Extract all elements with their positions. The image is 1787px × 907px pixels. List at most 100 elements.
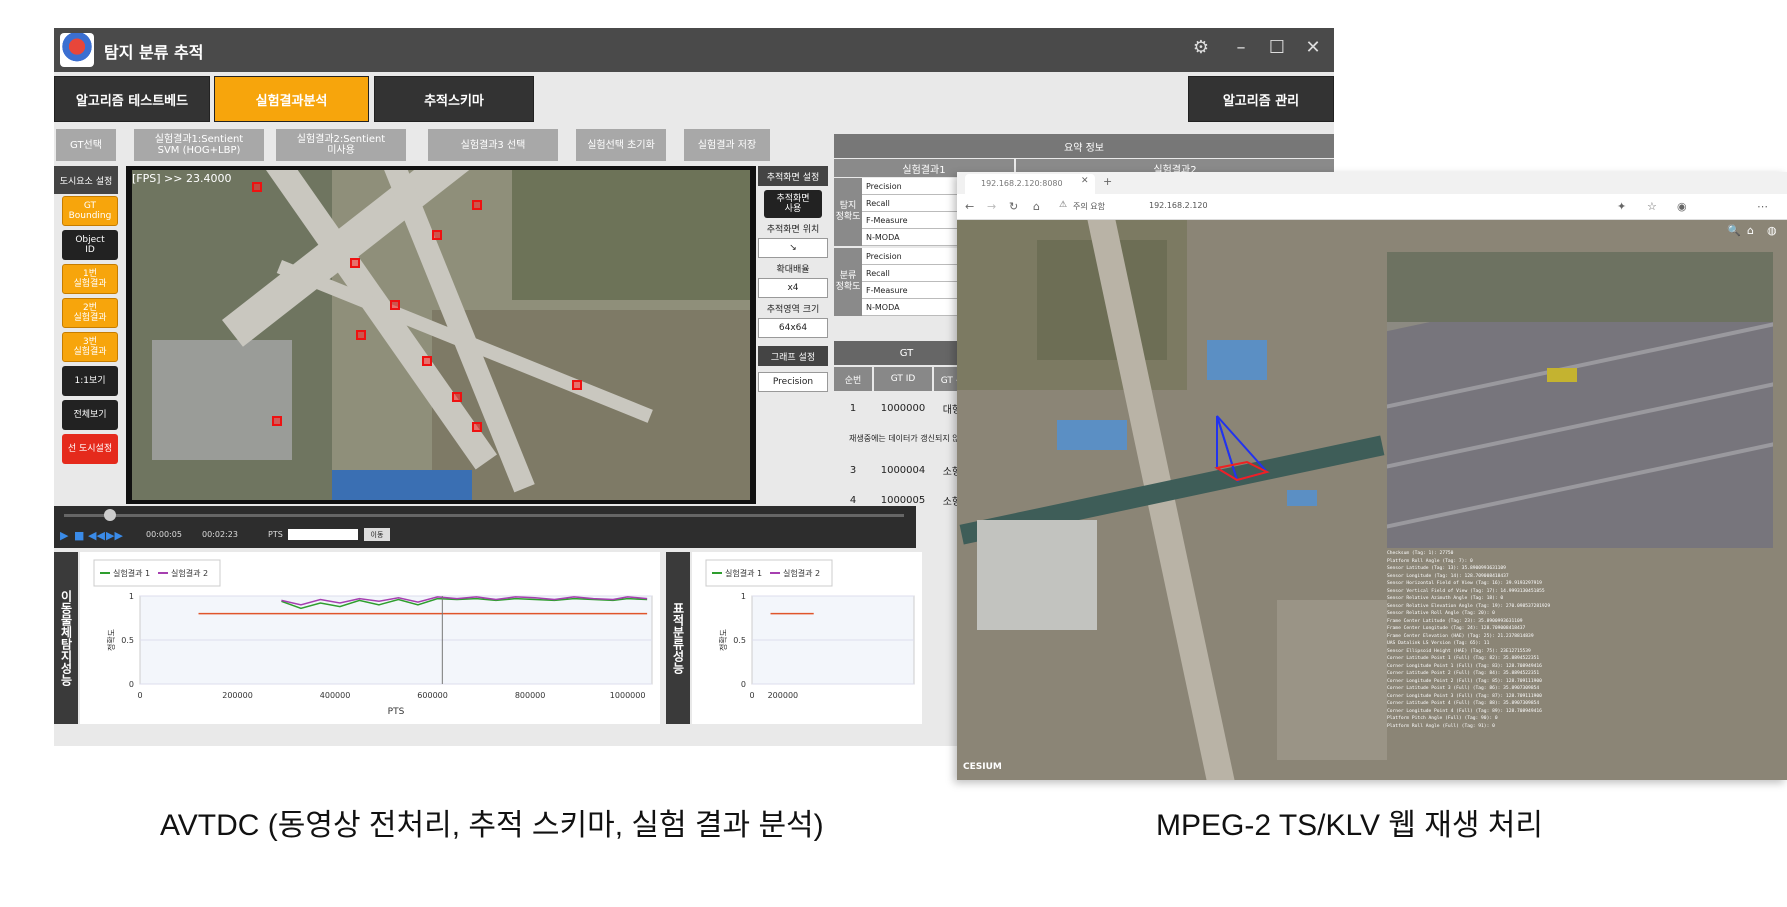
metric-fmeasure: F-Measure [862, 282, 972, 299]
save-results-button[interactable]: 실험결과 저장 [684, 129, 770, 161]
classification-performance-label: 표적분류성능 [666, 552, 690, 724]
settings-gear-icon[interactable]: ⚙ [1190, 37, 1212, 58]
tracked-vehicle [1547, 368, 1577, 382]
browser-tab[interactable]: 192.168.2.120:8080 [965, 174, 1095, 194]
legend-label: 실험결과 1 [725, 568, 762, 578]
y-axis-label: 정확도 [106, 629, 116, 651]
display-settings-header: 도시요소 설정 [54, 166, 118, 194]
new-tab-icon[interactable]: + [1103, 175, 1112, 188]
detection-box [252, 182, 262, 192]
metric-fmeasure: F-Measure [862, 212, 972, 229]
track-area-label: 추적영역 크기 [758, 298, 828, 318]
globe-icon[interactable]: ◍ [1767, 224, 1777, 237]
rewind-icon[interactable]: ◀◀ [88, 529, 105, 542]
gt-bounding-toggle[interactable]: GT Bounding [62, 196, 118, 226]
maximize-icon[interactable]: ☐ [1266, 37, 1288, 58]
security-label: 주의 요함 [1073, 202, 1105, 211]
detection-box [432, 230, 442, 240]
detection-chart-panel: 실험결과 1 실험결과 2 0 0.5 1 0 200000 400000 600000 8000… [80, 552, 660, 724]
result1-toggle[interactable]: 1번 실험결과 [62, 264, 118, 294]
telemetry-line: Corner Latitude Point 1 (Full) (Tag: 82)… [1387, 656, 1540, 661]
close-icon[interactable]: ✕ [1302, 37, 1324, 58]
result2-select-button[interactable]: 실험결과2:Sentient 미사용 [276, 129, 406, 161]
telemetry-line: Corner Latitude Point 2 (Full) (Tag: 84)… [1387, 671, 1540, 676]
gt-col-id: GT ID [874, 367, 932, 391]
tab-tracking-schema[interactable]: 추적스키마 [374, 76, 534, 122]
menu-icon[interactable]: ⋯ [1757, 200, 1768, 213]
klv-telemetry-panel: Checksum (Tag: 1): 27750 Platform Roll An… [1387, 550, 1767, 730]
track-view-toggle[interactable]: 추적화면 사용 [764, 190, 822, 218]
seek-handle[interactable] [104, 509, 116, 521]
browser-tab-bar: 192.168.2.120:8080 ✕ + [957, 172, 1787, 194]
telemetry-line: Corner Longitude Point 3 (Full) (Tag: 87… [1387, 693, 1542, 699]
detection-box [472, 422, 482, 432]
y-axis-label: 정확도 [718, 629, 728, 651]
result2-toggle[interactable]: 2번 실험결과 [62, 298, 118, 328]
classification-performance-text: 표적분류성능 [671, 602, 685, 674]
zoom-select[interactable]: x4 [758, 278, 828, 298]
detection-box [422, 356, 432, 366]
forward-icon[interactable]: → [987, 200, 996, 213]
algorithm-manage-button[interactable]: 알고리즘 관리 [1188, 76, 1334, 122]
view-all-button[interactable]: 전체보기 [62, 400, 118, 430]
view-1to1-button[interactable]: 1:1보기 [62, 366, 118, 396]
line-display-settings-button[interactable]: 선 도시설정 [62, 434, 118, 464]
track-position-select[interactable]: ↘ [758, 238, 828, 258]
result3-select-button[interactable]: 실험결과3 선택 [428, 129, 558, 161]
result1-select-button[interactable]: 실험결과1:Sentient SVM (HOG+LBP) [134, 129, 264, 161]
summary-header: 요약 정보 [834, 134, 1334, 158]
search-icon[interactable]: 🔍 [1727, 224, 1741, 237]
telemetry-line: Sensor Vertical Field of View (Tag: 17):… [1387, 588, 1545, 594]
gt-select-button[interactable]: GT선택 [56, 129, 116, 161]
elapsed-time: 00:00:05 [146, 530, 182, 539]
telemetry-line: Sensor Longitude (Tag: 14): 128.70900841… [1387, 573, 1509, 579]
seek-bar[interactable] [64, 514, 904, 517]
tab-close-icon[interactable]: ✕ [1081, 176, 1089, 186]
browser-window: 192.168.2.120:8080 ✕ + ← → ↻ ⌂ ⚠ 주의 요함 1… [957, 172, 1787, 780]
metric-precision: Precision [862, 178, 972, 195]
telemetry-line: Platform Roll Angle (Tag: 7): 0 [1387, 558, 1473, 564]
x-tick-label: 800000 [515, 691, 546, 700]
play-icon[interactable]: ▶ [60, 529, 68, 542]
track-area-select[interactable]: 64x64 [758, 318, 828, 338]
home-view-icon[interactable]: ⌂ [1747, 224, 1754, 237]
telemetry-line: Corner Longitude Point 2 (Full) (Tag: 85… [1387, 678, 1542, 684]
pts-input[interactable] [288, 529, 358, 540]
minimize-icon[interactable]: – [1230, 37, 1252, 58]
object-id-toggle[interactable]: Object ID [62, 230, 118, 260]
y-tick-label: 1 [129, 592, 134, 601]
camera-frustum-marker [1214, 415, 1270, 483]
telemetry-line: Sensor Relative Elevation Angle (Tag: 19… [1387, 603, 1551, 609]
metric-precision: Precision [862, 248, 972, 265]
profile-icon[interactable]: ◉ [1677, 200, 1687, 213]
classification-chart-panel: 실험결과 1 실험결과 2 0 0.5 1 0 200000 정확도 [692, 552, 922, 724]
reset-selection-button[interactable]: 실험선택 초기화 [576, 129, 666, 161]
extension-icon[interactable]: ✦ [1617, 200, 1626, 213]
tab-algorithm-testbed[interactable]: 알고리즘 테스트베드 [54, 76, 210, 122]
back-icon[interactable]: ← [965, 200, 974, 213]
pts-label: PTS [268, 530, 283, 539]
result3-toggle[interactable]: 3번 실험결과 [62, 332, 118, 362]
graph-metric-select[interactable]: Precision [758, 372, 828, 392]
telemetry-line: Sensor Relative Roll Angle (Tag: 20): 0 [1387, 611, 1495, 616]
video-player[interactable]: [FPS] >> 23.4000 [126, 166, 756, 504]
app-title: 탐지 분류 추적 [104, 43, 204, 62]
detection-chart: 실험결과 1 실험결과 2 0 0.5 1 0 200000 400000 600000 8000… [93, 559, 653, 717]
x-tick-label: 200000 [222, 691, 253, 700]
pts-move-button[interactable]: 이동 [364, 528, 390, 541]
legend-label: 실험결과 1 [113, 568, 150, 578]
y-tick-label: 0.5 [121, 636, 134, 645]
favorite-icon[interactable]: ☆ [1647, 200, 1657, 213]
tab-result-analysis[interactable]: 실험결과분석 [214, 76, 369, 122]
x-tick-label: 600000 [417, 691, 448, 700]
telemetry-line: UAS Datalink LS Version (Tag: 65): 11 [1387, 641, 1490, 646]
home-icon[interactable]: ⌂ [1033, 200, 1040, 213]
cesium-map-view[interactable]: 🔍 ⌂ ◍ Checksum (Tag: 1): 27750 Platform R… [957, 220, 1787, 780]
fast-forward-icon[interactable]: ▶▶ [106, 529, 123, 542]
telemetry-line: Checksum (Tag: 1): 27750 [1387, 551, 1454, 556]
reload-icon[interactable]: ↻ [1009, 200, 1018, 213]
url-text[interactable]: 192.168.2.120 [1149, 201, 1208, 210]
legend-label: 실험결과 2 [171, 568, 208, 578]
detection-performance-label: 이동물체탐지성능 [54, 552, 78, 724]
stop-icon[interactable]: ■ [74, 529, 84, 542]
